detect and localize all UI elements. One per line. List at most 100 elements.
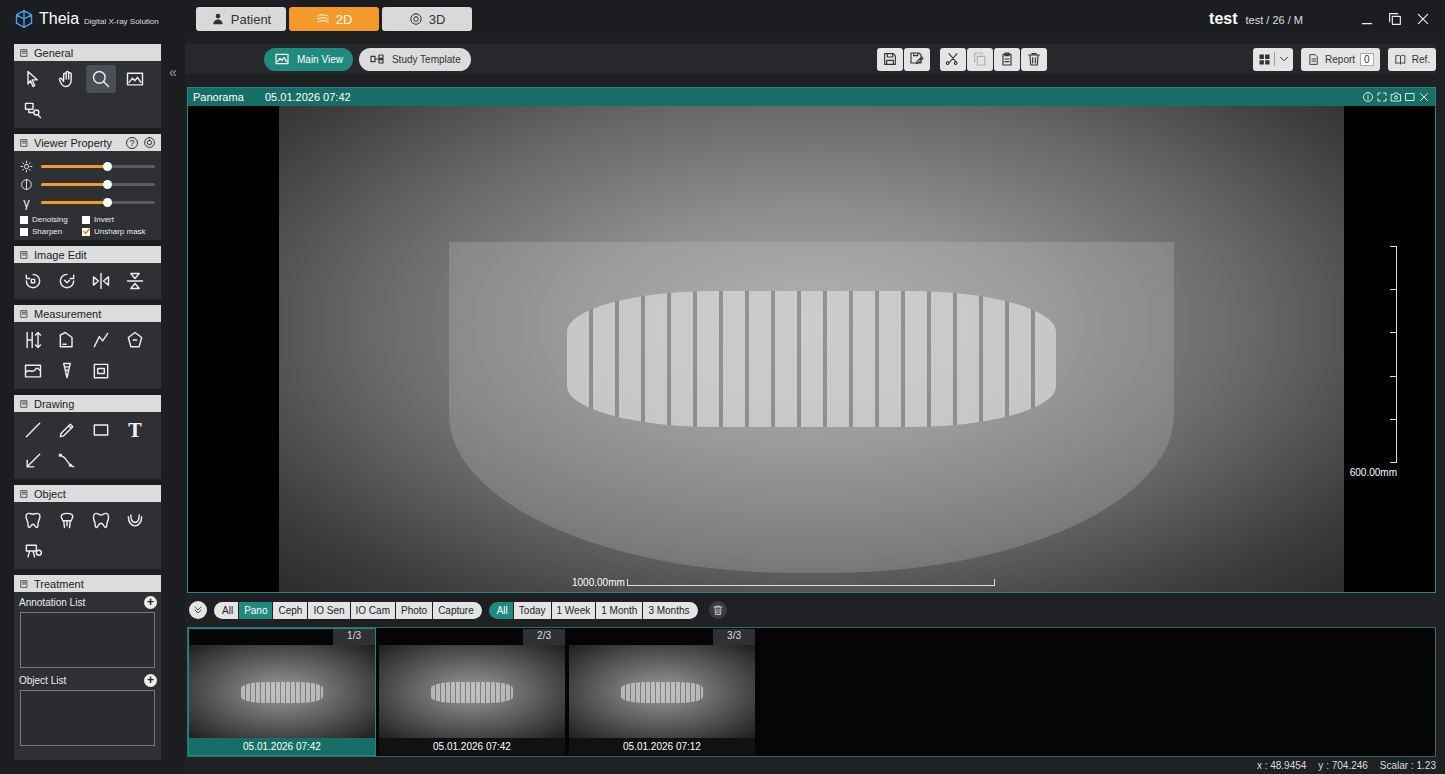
tool-button[interactable] xyxy=(18,537,48,565)
tool-button[interactable]: T xyxy=(120,416,150,444)
mode-tab[interactable]: 2D xyxy=(289,7,379,31)
tool-button[interactable] xyxy=(86,267,116,295)
delete-filter-button[interactable] xyxy=(709,601,727,619)
slider[interactable] xyxy=(20,175,155,193)
scissors-button[interactable] xyxy=(940,48,966,71)
saveas-button[interactable] xyxy=(904,48,930,71)
panel-header[interactable]: Measurement xyxy=(14,305,161,322)
period-button[interactable]: 1 Month xyxy=(596,602,642,619)
maximize-icon[interactable] xyxy=(1387,11,1403,27)
panel-header[interactable]: Viewer Property? xyxy=(14,134,161,151)
tool-button[interactable] xyxy=(18,267,48,295)
thumbnail[interactable]: 2/305.01.2026 07:42 xyxy=(378,628,566,756)
tool-button[interactable] xyxy=(52,357,82,385)
tool-button[interactable] xyxy=(86,416,116,444)
filter-button[interactable]: Ceph xyxy=(273,602,307,619)
checkbox[interactable] xyxy=(82,228,90,236)
thumbnail[interactable]: 3/305.01.2026 07:12 xyxy=(568,628,756,756)
checkbox[interactable] xyxy=(82,216,90,224)
filter-button[interactable]: Capture xyxy=(433,602,482,619)
info-icon[interactable] xyxy=(1362,91,1374,103)
thumbnail[interactable]: 1/305.01.2026 07:42 xyxy=(188,628,376,756)
slider-track[interactable] xyxy=(41,201,155,204)
slider[interactable] xyxy=(20,157,155,175)
tool-button[interactable] xyxy=(120,267,150,295)
slider-thumb[interactable] xyxy=(103,198,112,207)
tool-button[interactable] xyxy=(18,326,48,354)
list-box[interactable] xyxy=(20,612,155,668)
view-tab[interactable]: Main View xyxy=(264,48,353,71)
tool-button[interactable] xyxy=(52,506,82,534)
sidebar-collapse[interactable]: « xyxy=(161,38,185,774)
slider-thumb[interactable] xyxy=(103,180,112,189)
close-icon[interactable] xyxy=(1418,91,1430,103)
filter-button[interactable]: IO Cam xyxy=(351,602,395,619)
filter-button[interactable]: Photo xyxy=(396,602,432,619)
filter-button[interactable]: IO Sen xyxy=(308,602,349,619)
copy-button[interactable] xyxy=(967,48,993,71)
tool-button[interactable] xyxy=(120,65,150,93)
save-button[interactable] xyxy=(877,48,903,71)
checkbox[interactable] xyxy=(20,228,28,236)
mode-tab[interactable]: Patient xyxy=(196,7,286,31)
checkbox[interactable] xyxy=(20,216,28,224)
tool-button[interactable] xyxy=(18,65,48,93)
view-tab[interactable]: Study Template xyxy=(359,48,471,71)
panel-header[interactable]: Image Edit xyxy=(14,246,161,263)
tool-button[interactable] xyxy=(86,65,116,93)
paste-button[interactable] xyxy=(994,48,1020,71)
filter-button[interactable]: All xyxy=(214,602,238,619)
panel-header[interactable]: General xyxy=(14,44,161,61)
option-checkbox[interactable]: Unsharp mask xyxy=(82,227,155,236)
tool-button[interactable] xyxy=(18,96,48,124)
period-button[interactable]: 3 Months xyxy=(643,602,697,619)
slider-thumb[interactable] xyxy=(103,162,112,171)
fold-button[interactable] xyxy=(189,601,207,619)
ref-button[interactable]: Ref. xyxy=(1388,48,1436,71)
panel-header[interactable]: Treatment xyxy=(14,575,161,592)
slider[interactable]: γ xyxy=(20,193,155,211)
tool-button[interactable] xyxy=(52,326,82,354)
minimize-icon[interactable] xyxy=(1359,11,1375,27)
tool-button[interactable] xyxy=(86,326,116,354)
trash-button[interactable] xyxy=(1021,48,1047,71)
add-button[interactable]: + xyxy=(144,674,157,687)
tool-button[interactable] xyxy=(52,267,82,295)
fullscreen-icon[interactable] xyxy=(1376,91,1388,103)
tool-button[interactable] xyxy=(120,326,150,354)
tool-button[interactable] xyxy=(18,447,48,475)
tool-button[interactable] xyxy=(86,357,116,385)
slider-track[interactable] xyxy=(41,183,155,186)
scale-tick xyxy=(1390,419,1396,420)
slider-track[interactable] xyxy=(41,165,155,168)
report-button[interactable]: Report0 xyxy=(1301,48,1380,71)
option-checkbox[interactable]: Sharpen xyxy=(20,227,82,236)
tool-button[interactable] xyxy=(52,447,82,475)
filter-button[interactable]: Pano xyxy=(239,602,272,619)
period-button[interactable]: Today xyxy=(514,602,551,619)
tool-button[interactable] xyxy=(18,357,48,385)
layout-button[interactable] xyxy=(1253,48,1293,71)
period-button[interactable]: All xyxy=(489,602,513,619)
panel-header[interactable]: Drawing xyxy=(14,395,161,412)
mode-tab[interactable]: 3D xyxy=(382,7,472,31)
panel-header[interactable]: Object xyxy=(14,485,161,502)
square-icon[interactable] xyxy=(1404,91,1416,103)
tool-button[interactable] xyxy=(18,506,48,534)
period-button[interactable]: 1 Week xyxy=(552,602,596,619)
tool-button[interactable] xyxy=(18,416,48,444)
tool-button[interactable] xyxy=(120,506,150,534)
list-box[interactable] xyxy=(20,690,155,746)
tool-button[interactable] xyxy=(52,416,82,444)
image-canvas[interactable]: 600.00mm1000.00mm xyxy=(188,106,1435,592)
add-button[interactable]: + xyxy=(144,596,157,609)
reset-target-icon[interactable] xyxy=(143,136,156,149)
option-checkbox[interactable]: Invert xyxy=(82,215,155,224)
option-checkbox[interactable]: Denoising xyxy=(20,215,82,224)
camera-icon[interactable] xyxy=(1390,91,1402,103)
help-button[interactable]: ? xyxy=(126,137,138,149)
molar-icon xyxy=(91,510,111,530)
tool-button[interactable] xyxy=(52,65,82,93)
close-icon[interactable] xyxy=(1415,11,1431,27)
tool-button[interactable] xyxy=(86,506,116,534)
